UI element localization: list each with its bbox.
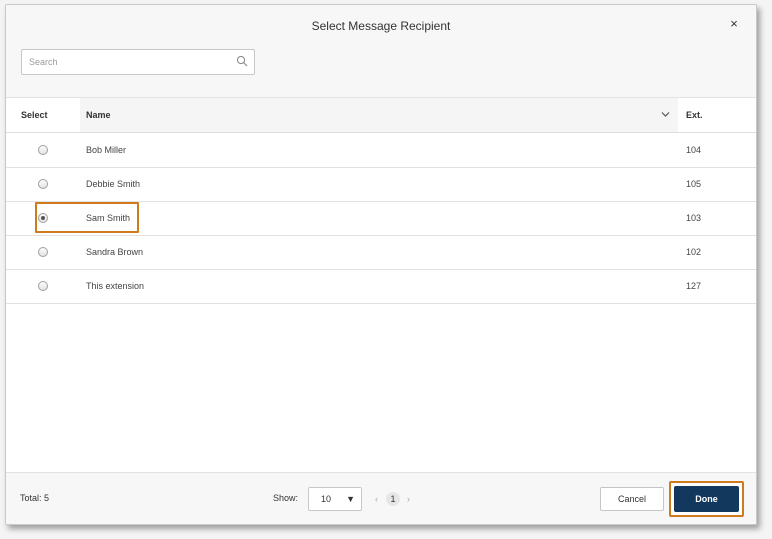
recipient-ext: 105 [686, 179, 702, 189]
table-row[interactable]: Sandra Brown 102 [6, 235, 756, 270]
select-recipient-dialog: Select Message Recipient × Select Name E… [5, 4, 757, 525]
dialog-title: Select Message Recipient [311, 19, 451, 33]
select-radio[interactable] [38, 145, 48, 155]
column-header-select: Select [21, 110, 48, 120]
close-icon[interactable]: × [727, 17, 741, 31]
page-number-current[interactable]: 1 [386, 492, 400, 506]
table-header: Select Name Ext. [6, 98, 756, 133]
recipient-name: Sam Smith [86, 213, 131, 223]
page-size-value: 10 [321, 494, 332, 504]
column-header-ext: Ext. [686, 110, 703, 120]
table-row[interactable]: This extension 127 [6, 269, 756, 304]
search-box[interactable] [21, 49, 255, 75]
recipient-name: This extension [86, 281, 145, 291]
table-row[interactable]: Sam Smith 103 [6, 201, 756, 236]
show-label: Show: [273, 493, 299, 503]
recipient-name: Sandra Brown [86, 247, 144, 257]
dialog-footer: Total: 5 Show: 10 ▼ ‹ 1 › Cancel Done [6, 472, 756, 524]
recipient-ext: 102 [686, 247, 702, 257]
dialog-header: Select Message Recipient × [6, 5, 756, 98]
total-count: Total: 5 [20, 493, 50, 503]
recipient-name: Debbie Smith [86, 179, 141, 189]
search-input[interactable] [22, 50, 229, 74]
select-radio[interactable] [38, 179, 48, 189]
select-radio[interactable] [38, 281, 48, 291]
chevron-down-icon[interactable] [661, 111, 670, 118]
select-radio-checked[interactable] [38, 213, 48, 223]
recipient-ext: 104 [686, 145, 702, 155]
recipient-ext: 127 [686, 281, 702, 291]
column-header-name[interactable]: Name [80, 98, 678, 132]
search-icon[interactable] [236, 55, 248, 67]
done-button[interactable]: Done [674, 486, 739, 512]
table-row[interactable]: Debbie Smith 105 [6, 167, 756, 202]
select-radio[interactable] [38, 247, 48, 257]
table-row[interactable]: Bob Miller 104 [6, 133, 756, 168]
done-button-highlight: Done [669, 481, 744, 517]
chevron-left-icon[interactable]: ‹ [375, 494, 378, 504]
column-header-name-label: Name [86, 110, 111, 120]
cancel-button[interactable]: Cancel [600, 487, 664, 511]
page-size-select[interactable]: 10 ▼ [308, 487, 362, 511]
recipient-name: Bob Miller [86, 145, 127, 155]
caret-down-icon: ▼ [346, 494, 355, 504]
recipient-ext: 103 [686, 213, 702, 223]
chevron-right-icon[interactable]: › [407, 494, 410, 504]
